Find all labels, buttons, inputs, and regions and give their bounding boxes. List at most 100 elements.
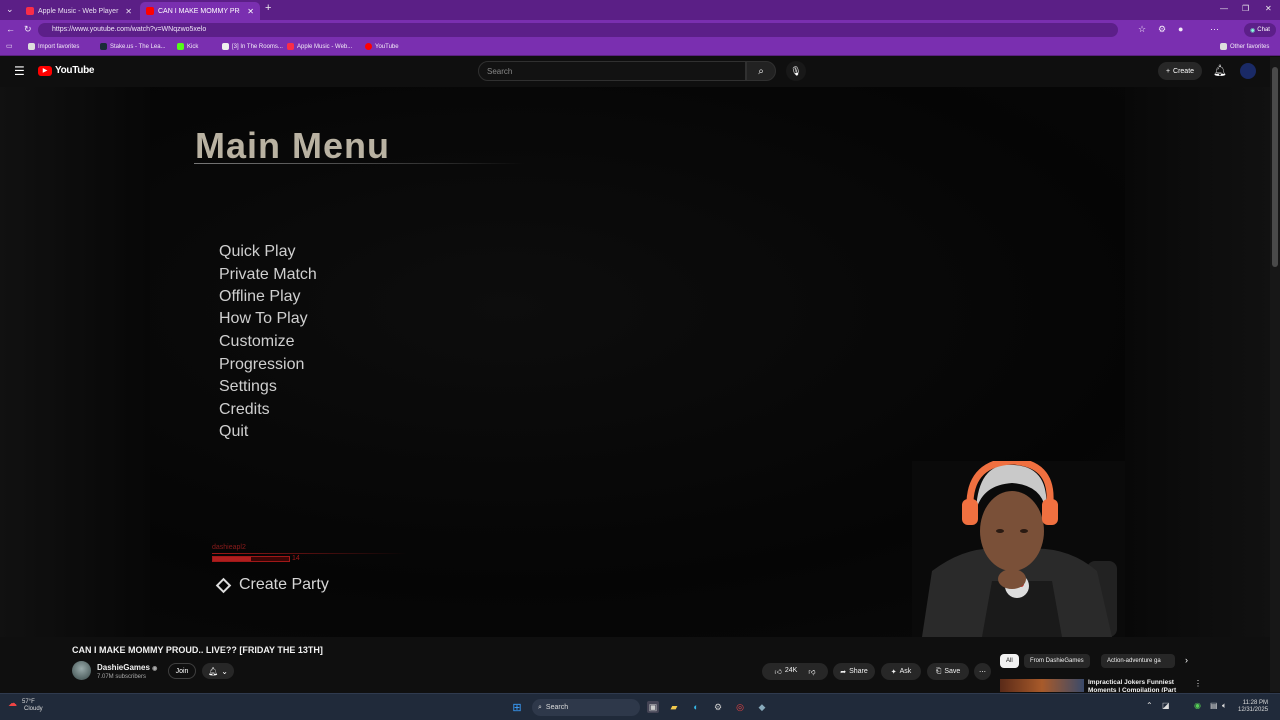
- settings-icon[interactable]: ⚙: [712, 701, 724, 713]
- extensions-icon[interactable]: ⚙: [1158, 24, 1166, 35]
- tray-app-icon[interactable]: ◪: [1162, 701, 1170, 710]
- voice-search-button[interactable]: 🎙: [786, 61, 806, 81]
- like-dislike-group: 👍︎ 24K 👎︎: [762, 663, 828, 680]
- tab-apple-music[interactable]: Apple Music - Web Player ✕: [20, 2, 138, 20]
- create-party-label: Create Party: [239, 576, 329, 593]
- plus-icon: +: [1165, 67, 1171, 75]
- bookmark-kick[interactable]: Kick: [177, 43, 198, 50]
- refresh-icon[interactable]: ↻: [24, 24, 32, 35]
- channel-name[interactable]: DashieGames ◉: [97, 663, 157, 672]
- volume-icon[interactable]: 🔈︎: [1222, 701, 1227, 711]
- bookmark-stake[interactable]: Stake.us - The Lea...: [100, 43, 166, 50]
- new-tab-icon[interactable]: +: [265, 2, 271, 14]
- page-icon: [222, 43, 229, 50]
- join-button[interactable]: Join: [168, 663, 196, 679]
- search-icon: ⌕: [758, 65, 764, 77]
- tab-youtube-video[interactable]: CAN I MAKE MOMMY PROUD ✕: [140, 2, 260, 20]
- more-actions-button[interactable]: ⋯: [974, 663, 991, 680]
- hamburger-menu-icon[interactable]: ☰: [14, 64, 25, 78]
- folder-icon: [1220, 43, 1227, 50]
- app-icon[interactable]: ◎: [734, 701, 746, 713]
- share-icon: ➦: [840, 668, 847, 676]
- recommended-video-title[interactable]: Impractical Jokers Funniest Moments | Co…: [1088, 679, 1188, 692]
- bookmarks-bar: ▭ Import favorites Stake.us - The Lea...…: [0, 40, 1280, 56]
- bookmark-label: YouTube: [375, 43, 399, 50]
- bookmark-youtube[interactable]: YouTube: [365, 43, 399, 50]
- tab-title: CAN I MAKE MOMMY PROUD: [158, 7, 240, 15]
- edge-browser-icon[interactable]: ◐: [690, 701, 702, 713]
- chip-label: All: [1006, 658, 1013, 664]
- channel-avatar[interactable]: [72, 661, 91, 680]
- minimize-icon[interactable]: —: [1220, 4, 1228, 13]
- nvidia-icon[interactable]: ◉: [1194, 701, 1201, 710]
- url-field[interactable]: https://www.youtube.com/watch?v=WNqzwo5x…: [38, 23, 1118, 37]
- windows-start-icon[interactable]: ⊞: [511, 701, 523, 714]
- system-clock[interactable]: 11:28 PM 12/31/2025: [1238, 700, 1268, 714]
- video-right-shade: [1125, 87, 1270, 637]
- search-button[interactable]: ⌕: [746, 61, 776, 81]
- search-input[interactable]: Search: [478, 61, 746, 81]
- sidebar-toggle-icon[interactable]: ▭: [6, 42, 13, 50]
- menu-item-private-match: Private Match: [219, 266, 317, 283]
- favorite-icon[interactable]: ☆: [1138, 24, 1146, 35]
- bookmark-other-favorites[interactable]: Other favorites: [1220, 43, 1269, 50]
- menu-item-how-to-play: How To Play: [219, 310, 308, 327]
- video-details: CAN I MAKE MOMMY PROUD.. LIVE?? [FRIDAY …: [0, 637, 1270, 692]
- ask-button[interactable]: ✦ Ask: [881, 663, 921, 680]
- create-button[interactable]: + Create: [1158, 62, 1202, 80]
- network-icon[interactable]: ▤: [1210, 701, 1218, 710]
- page-scrollbar[interactable]: [1270, 57, 1280, 692]
- close-icon[interactable]: ✕: [125, 7, 132, 16]
- like-count: 24K: [784, 667, 798, 674]
- like-button[interactable]: 👍︎ 24K: [775, 667, 798, 676]
- chevron-right-icon[interactable]: ›: [1185, 655, 1188, 665]
- task-view-icon[interactable]: ▣: [647, 701, 659, 713]
- search-placeholder: Search: [487, 67, 513, 76]
- thumbs-up-icon: 👍︎: [774, 669, 782, 676]
- notifications-bell-icon[interactable]: 🔔︎: [1213, 64, 1227, 77]
- kick-icon: [177, 43, 184, 50]
- profile-icon[interactable]: ●: [1178, 24, 1183, 34]
- stake-icon: [100, 43, 107, 50]
- chevron-up-icon[interactable]: ⌃: [1146, 701, 1153, 710]
- subscribe-notifications-button[interactable]: 🔔︎ ⌄: [202, 663, 234, 679]
- steam-icon[interactable]: ◆: [756, 701, 768, 713]
- search-icon: ⌕: [538, 703, 542, 711]
- dislike-button[interactable]: 👎︎: [808, 667, 815, 676]
- game-menu-title: Main Menu: [195, 125, 390, 166]
- verified-icon: ◉: [152, 666, 158, 672]
- share-button[interactable]: ➦ Share: [833, 663, 875, 680]
- tab-actions-icon[interactable]: ⌄: [6, 4, 14, 15]
- bookmark-import-favorites[interactable]: Import favorites: [28, 43, 79, 50]
- menu-item-settings: Settings: [219, 378, 277, 395]
- restore-icon[interactable]: ❐: [1242, 4, 1249, 13]
- recommended-video-thumbnail[interactable]: [1000, 679, 1084, 692]
- youtube-logo[interactable]: ▶ YouTube: [38, 65, 95, 76]
- close-window-icon[interactable]: ✕: [1265, 4, 1272, 13]
- streamer-webcam: [912, 461, 1125, 637]
- menu-item-credits: Credits: [219, 401, 270, 418]
- taskbar-search[interactable]: ⌕ Search: [532, 699, 640, 716]
- account-avatar[interactable]: [1240, 63, 1256, 79]
- diamond-button-icon: [215, 577, 232, 593]
- file-explorer-icon[interactable]: ▰: [668, 701, 680, 713]
- back-icon[interactable]: ←: [6, 24, 15, 34]
- chip-all[interactable]: All: [1000, 654, 1019, 668]
- copilot-chat-button[interactable]: ◉ Chat: [1244, 23, 1276, 37]
- bookmark-in-the-rooms[interactable]: [3] In The Rooms...: [222, 43, 283, 50]
- microphone-icon: 🎙: [790, 65, 802, 76]
- bookmark-apple-music[interactable]: Apple Music - Web...: [287, 43, 352, 50]
- save-button[interactable]: ⎗ Save: [927, 663, 969, 680]
- scrollbar-thumb[interactable]: [1272, 67, 1278, 267]
- video-player[interactable]: Main Menu Quick Play Private Match Offli…: [0, 87, 1270, 637]
- settings-more-icon[interactable]: ⋯: [1210, 24, 1219, 35]
- chip-from-dashiegames[interactable]: From DashieGames: [1024, 654, 1090, 668]
- menu-item-offline-play: Offline Play: [219, 288, 301, 305]
- xp-progress-fill: [213, 557, 251, 561]
- player-level: 14: [292, 555, 300, 562]
- video-left-shade: [0, 87, 150, 637]
- more-vertical-icon[interactable]: ⋮: [1194, 679, 1202, 688]
- chip-action-adventure[interactable]: Action-adventure ga: [1101, 654, 1175, 668]
- close-icon[interactable]: ✕: [247, 7, 254, 16]
- subscriber-count: 7.07M subscribers: [97, 674, 147, 680]
